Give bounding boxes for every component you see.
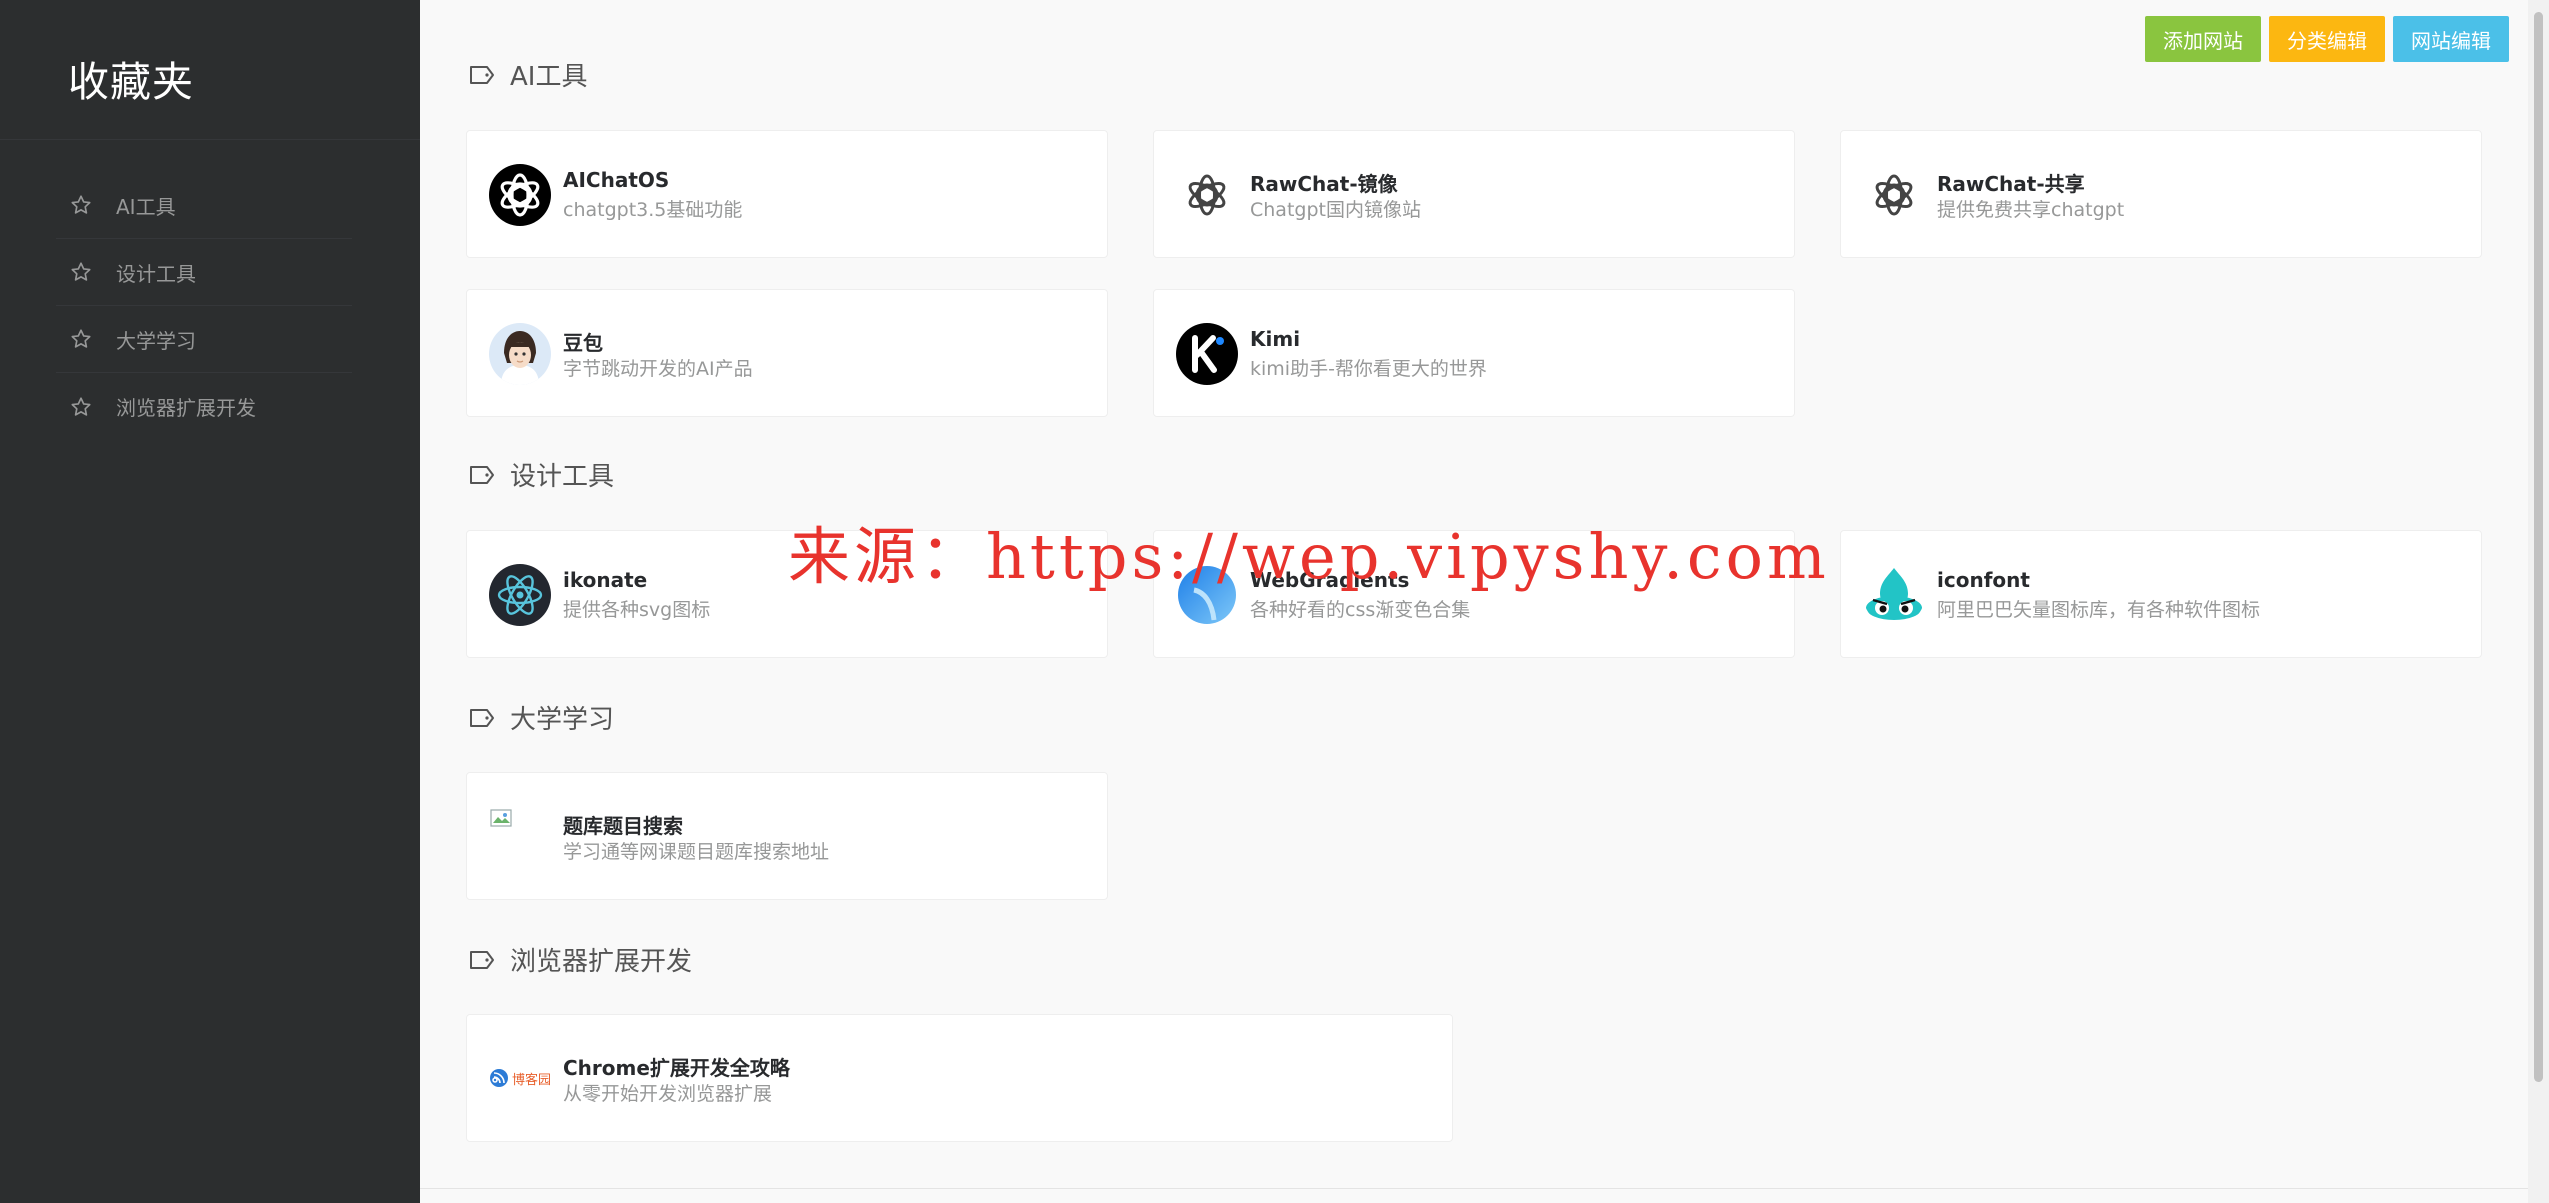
section-title-text: 大学学习 xyxy=(510,705,615,735)
scrollbar-thumb[interactable] xyxy=(2534,12,2543,1082)
site-card-ikonate[interactable]: ikonate 提供各种svg图标 xyxy=(466,530,1108,658)
site-card-iconfont[interactable]: iconfont 阿里巴巴矢量图标库，有各种软件图标 xyxy=(1840,530,2482,658)
site-card-webgradients[interactable]: WebGradients 各种好看的css渐变色合集 xyxy=(1153,530,1795,658)
scrollbar[interactable] xyxy=(2528,0,2549,1203)
cnblogs-logo-text: 博客园 xyxy=(512,1072,552,1088)
page-bottom-divider xyxy=(420,1188,2528,1189)
react-atom-icon xyxy=(489,564,551,626)
sidebar-menu: AI工具 设计工具 大学学习 浏览器扩展开发 xyxy=(56,172,352,440)
edit-category-button[interactable]: 分类编辑 xyxy=(2269,16,2385,62)
brand-title[interactable]: 收藏夹 xyxy=(68,48,194,108)
site-name: RawChat-镜像 xyxy=(1250,172,1398,196)
sidebar-item-design-tools[interactable]: 设计工具 xyxy=(56,239,352,306)
webgradients-logo-icon xyxy=(1176,564,1238,626)
site-description: chatgpt3.5基础功能 xyxy=(563,199,743,221)
site-description: 各种好看的css渐变色合集 xyxy=(1250,599,1471,621)
section-title-text: 设计工具 xyxy=(510,462,615,492)
site-card-chrome-extension-guide[interactable]: 博客园 Chrome扩展开发全攻略 从零开始开发浏览器扩展 xyxy=(466,1014,1453,1142)
site-description: 提供免费共享chatgpt xyxy=(1937,199,2125,221)
site-name: AIChatOS xyxy=(563,168,670,192)
main-content: 添加网站 分类编辑 网站编辑 AI工具 AIChatOS chatgpt3.5基… xyxy=(420,0,2528,1203)
site-card-kimi[interactable]: Kimi kimi助手-帮你看更大的世界 xyxy=(1153,289,1795,417)
kimi-logo-icon xyxy=(1176,323,1238,385)
tag-icon xyxy=(470,708,494,727)
openai-logo-icon xyxy=(489,164,551,226)
site-description: Chatgpt国内镜像站 xyxy=(1250,199,1421,221)
star-icon xyxy=(71,329,91,348)
site-name: WebGradients xyxy=(1250,568,1410,592)
sidebar-item-university-study[interactable]: 大学学习 xyxy=(56,306,352,373)
brand-header: 收藏夹 xyxy=(0,0,420,140)
section-title-ai-tools: AI工具 xyxy=(468,56,587,93)
tag-icon xyxy=(470,950,494,969)
star-icon xyxy=(71,396,91,416)
broken-image-icon xyxy=(489,807,517,831)
site-card-rawchat-mirror[interactable]: RawChat-镜像 Chatgpt国内镜像站 xyxy=(1153,130,1795,258)
site-name: ikonate xyxy=(563,568,648,592)
site-description: 提供各种svg图标 xyxy=(563,599,711,621)
sidebar-item-label: AI工具 xyxy=(116,194,176,219)
sidebar-item-browser-extension[interactable]: 浏览器扩展开发 xyxy=(56,373,352,440)
site-description: 阿里巴巴矢量图标库，有各种软件图标 xyxy=(1937,599,2261,621)
section-title-design-tools: 设计工具 xyxy=(468,456,614,493)
doubao-avatar-icon xyxy=(489,323,551,385)
site-name: Chrome扩展开发全攻略 xyxy=(563,1056,790,1080)
sidebar-item-label: 设计工具 xyxy=(116,261,196,286)
iconfont-logo-icon xyxy=(1863,564,1925,626)
site-card-rawchat-shared[interactable]: RawChat-共享 提供免费共享chatgpt xyxy=(1840,130,2482,258)
site-card-aichatos[interactable]: AIChatOS chatgpt3.5基础功能 xyxy=(466,130,1108,258)
site-name: 题库题目搜索 xyxy=(563,814,683,838)
sidebar: 收藏夹 AI工具 设计工具 大学学习 浏览器扩展开发 xyxy=(0,0,420,1203)
site-description: 学习通等网课题目题库搜索地址 xyxy=(563,841,830,863)
site-card-question-bank[interactable]: 题库题目搜索 学习通等网课题目题库搜索地址 xyxy=(466,772,1108,900)
site-card-doubao[interactable]: 豆包 字节跳动开发的AI产品 xyxy=(466,289,1108,417)
add-site-button[interactable]: 添加网站 xyxy=(2145,16,2261,62)
tag-icon xyxy=(470,465,494,484)
star-icon xyxy=(71,262,91,281)
site-name: 豆包 xyxy=(563,331,603,355)
sidebar-item-ai-tools[interactable]: AI工具 xyxy=(56,172,352,239)
site-description: 从零开始开发浏览器扩展 xyxy=(563,1083,773,1105)
sidebar-item-label: 浏览器扩展开发 xyxy=(116,396,256,420)
toolbar: 添加网站 分类编辑 网站编辑 xyxy=(2145,16,2509,62)
cnblogs-logo-icon: 博客园 xyxy=(489,1063,553,1093)
tag-icon xyxy=(470,65,494,84)
star-icon xyxy=(71,195,91,214)
edit-site-button[interactable]: 网站编辑 xyxy=(2393,16,2509,62)
section-title-university-study: 大学学习 xyxy=(468,699,614,736)
site-name: RawChat-共享 xyxy=(1937,172,2085,196)
openai-logo-icon xyxy=(1176,164,1238,226)
site-name: iconfont xyxy=(1937,568,2030,592)
sidebar-item-label: 大学学习 xyxy=(116,328,196,353)
site-description: kimi助手-帮你看更大的世界 xyxy=(1250,358,1487,380)
site-description: 字节跳动开发的AI产品 xyxy=(563,358,753,380)
openai-logo-icon xyxy=(1863,164,1925,226)
section-title-browser-extension: 浏览器扩展开发 xyxy=(468,941,692,978)
section-title-text: 浏览器扩展开发 xyxy=(510,947,693,977)
site-name: Kimi xyxy=(1250,327,1301,351)
section-title-text: AI工具 xyxy=(510,62,588,92)
